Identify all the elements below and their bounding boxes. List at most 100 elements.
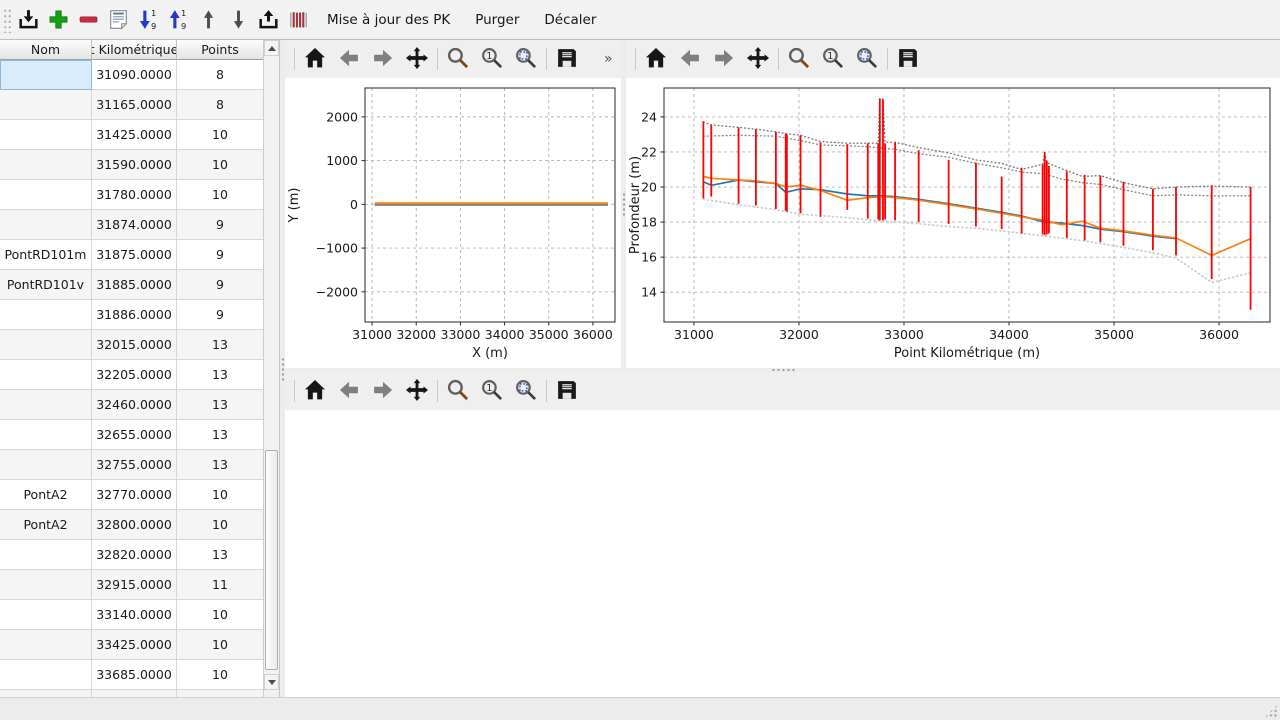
- table-row[interactable]: 32915.000011: [0, 570, 264, 600]
- move-up-button[interactable]: [193, 3, 223, 37]
- pan-button[interactable]: [401, 375, 433, 407]
- table-row[interactable]: [0, 690, 264, 697]
- cell-points[interactable]: 8: [177, 90, 264, 120]
- cell-points[interactable]: 13: [177, 360, 264, 390]
- cell-nom[interactable]: [0, 690, 92, 697]
- cell-point-kilometrique[interactable]: 31875.0000: [92, 240, 177, 270]
- zoom-button[interactable]: [442, 43, 474, 75]
- cell-points[interactable]: 13: [177, 540, 264, 570]
- table-row[interactable]: PontRD101m31875.00009: [0, 240, 264, 270]
- pan-button[interactable]: [742, 43, 774, 75]
- forward-button[interactable]: [367, 43, 399, 75]
- cell-point-kilometrique[interactable]: 31874.0000: [92, 210, 177, 240]
- cell-point-kilometrique[interactable]: 32015.0000: [92, 330, 177, 360]
- table-row[interactable]: 31590.000010: [0, 150, 264, 180]
- table-row[interactable]: 32205.000013: [0, 360, 264, 390]
- window-resize-grip[interactable]: [1264, 704, 1278, 718]
- table-row[interactable]: 32655.000013: [0, 420, 264, 450]
- cell-points[interactable]: 9: [177, 240, 264, 270]
- table-row[interactable]: PontA232770.000010: [0, 480, 264, 510]
- cell-point-kilometrique[interactable]: 31886.0000: [92, 300, 177, 330]
- cell-point-kilometrique[interactable]: 32460.0000: [92, 390, 177, 420]
- cell-point-kilometrique[interactable]: 32205.0000: [92, 360, 177, 390]
- cell-points[interactable]: 13: [177, 420, 264, 450]
- cell-points[interactable]: 11: [177, 570, 264, 600]
- xy-chart-canvas[interactable]: 310003200033000340003500036000−2000−1000…: [285, 78, 621, 368]
- cell-points[interactable]: 13: [177, 450, 264, 480]
- zoom-to-rect-button[interactable]: [510, 43, 542, 75]
- cell-point-kilometrique[interactable]: [92, 690, 177, 697]
- home-button[interactable]: [640, 43, 672, 75]
- paste-button[interactable]: [103, 3, 133, 37]
- cell-point-kilometrique[interactable]: 32770.0000: [92, 480, 177, 510]
- sort-ascending-button[interactable]: 19: [163, 3, 193, 37]
- zoom-button[interactable]: [783, 43, 815, 75]
- cell-nom[interactable]: PontRD101v: [0, 270, 92, 300]
- import-button[interactable]: [13, 3, 43, 37]
- scrollbar-thumb[interactable]: [265, 450, 278, 670]
- save-button[interactable]: [551, 375, 583, 407]
- save-button[interactable]: [551, 43, 583, 75]
- table-row[interactable]: 31780.000010: [0, 180, 264, 210]
- cell-points[interactable]: 10: [177, 510, 264, 540]
- back-button[interactable]: [674, 43, 706, 75]
- cell-points[interactable]: 10: [177, 180, 264, 210]
- cell-nom[interactable]: [0, 420, 92, 450]
- column-header-point-kilometrique[interactable]: t Kilométrique: [92, 40, 177, 60]
- cell-points[interactable]: 13: [177, 390, 264, 420]
- cell-nom[interactable]: PontRD101m: [0, 240, 92, 270]
- column-header-nom[interactable]: Nom: [0, 40, 92, 60]
- cell-nom[interactable]: [0, 300, 92, 330]
- table-row[interactable]: 33685.000010: [0, 660, 264, 690]
- zoom-to-one-button[interactable]: 1: [817, 43, 849, 75]
- cell-point-kilometrique[interactable]: 31425.0000: [92, 120, 177, 150]
- cell-nom[interactable]: PontA2: [0, 480, 92, 510]
- cell-points[interactable]: 9: [177, 300, 264, 330]
- forward-button[interactable]: [708, 43, 740, 75]
- cell-nom[interactable]: [0, 210, 92, 240]
- cell-nom[interactable]: [0, 540, 92, 570]
- zoom-to-rect-button[interactable]: [510, 375, 542, 407]
- table-row[interactable]: 31425.000010: [0, 120, 264, 150]
- profiles-button[interactable]: [283, 3, 313, 37]
- cell-point-kilometrique[interactable]: 33685.0000: [92, 660, 177, 690]
- pan-button[interactable]: [401, 43, 433, 75]
- scroll-down-button[interactable]: [264, 674, 279, 690]
- cell-nom[interactable]: PontA2: [0, 510, 92, 540]
- cell-points[interactable]: 13: [177, 330, 264, 360]
- empty-chart-canvas[interactable]: [285, 410, 1280, 697]
- cell-point-kilometrique[interactable]: 31590.0000: [92, 150, 177, 180]
- sort-descending-button[interactable]: 19: [133, 3, 163, 37]
- cell-nom[interactable]: [0, 390, 92, 420]
- table-vertical-scrollbar[interactable]: [263, 40, 279, 697]
- table-row[interactable]: 31886.00009: [0, 300, 264, 330]
- column-header-points[interactable]: Points: [177, 40, 264, 60]
- toolbar-drag-handle[interactable]: [2, 7, 11, 33]
- table-row[interactable]: 31165.00008: [0, 90, 264, 120]
- table-row[interactable]: 31090.00008: [0, 60, 264, 90]
- cell-point-kilometrique[interactable]: 31885.0000: [92, 270, 177, 300]
- cell-point-kilometrique[interactable]: 31780.0000: [92, 180, 177, 210]
- cell-points[interactable]: 10: [177, 480, 264, 510]
- remove-button[interactable]: [73, 3, 103, 37]
- toolbar-overflow-button[interactable]: »: [598, 50, 619, 68]
- forward-button[interactable]: [367, 375, 399, 407]
- cell-point-kilometrique[interactable]: 31090.0000: [92, 60, 177, 90]
- cell-points[interactable]: 8: [177, 60, 264, 90]
- cell-nom[interactable]: [0, 90, 92, 120]
- cell-points[interactable]: 10: [177, 120, 264, 150]
- cell-nom[interactable]: [0, 60, 92, 90]
- cell-nom[interactable]: [0, 630, 92, 660]
- cell-point-kilometrique[interactable]: 32655.0000: [92, 420, 177, 450]
- cell-nom[interactable]: [0, 180, 92, 210]
- cell-nom[interactable]: [0, 150, 92, 180]
- cell-point-kilometrique[interactable]: 32755.0000: [92, 450, 177, 480]
- cell-point-kilometrique[interactable]: 32820.0000: [92, 540, 177, 570]
- cell-points[interactable]: [177, 690, 264, 697]
- table-row[interactable]: 33140.000010: [0, 600, 264, 630]
- table-row[interactable]: 31874.00009: [0, 210, 264, 240]
- cell-point-kilometrique[interactable]: 33425.0000: [92, 630, 177, 660]
- cell-points[interactable]: 10: [177, 150, 264, 180]
- export-button[interactable]: [253, 3, 283, 37]
- purge-button[interactable]: Purger: [464, 3, 530, 37]
